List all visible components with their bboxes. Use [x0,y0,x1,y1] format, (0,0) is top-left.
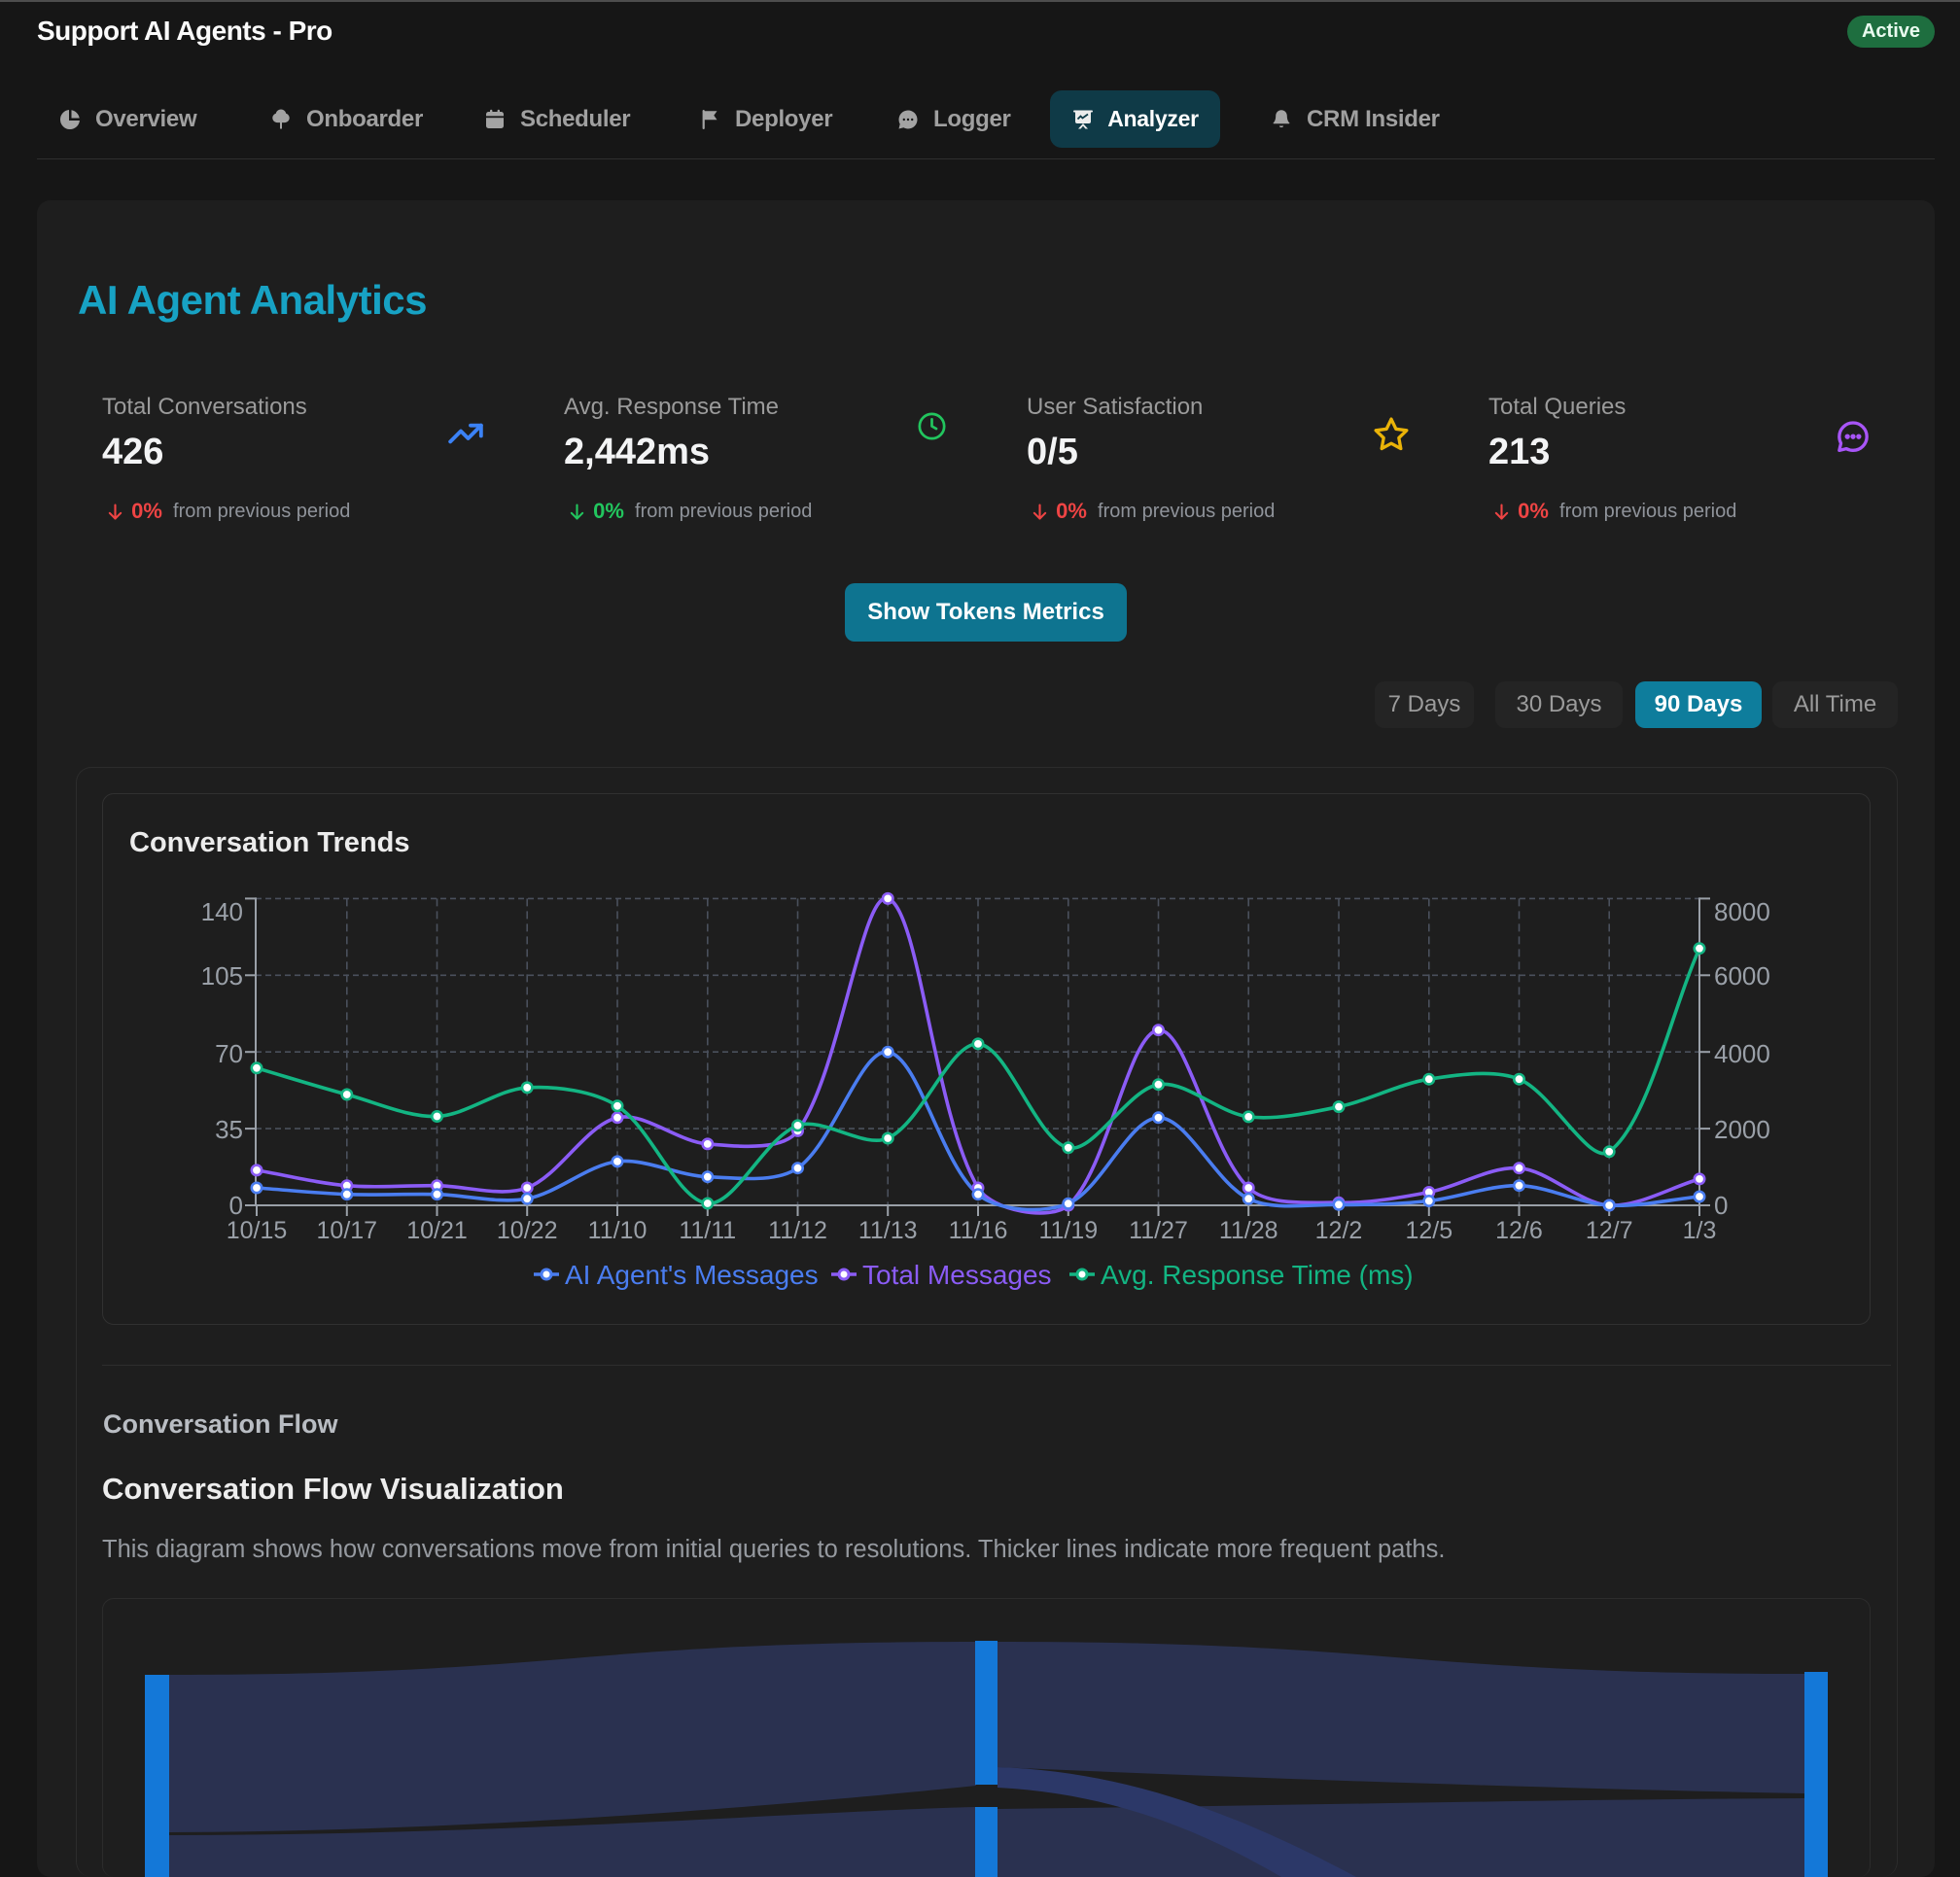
svg-text:Avg. Response Time (ms): Avg. Response Time (ms) [1101,1260,1414,1290]
svg-text:8000: 8000 [1714,897,1770,926]
svg-text:11/12: 11/12 [768,1217,827,1244]
svg-text:70: 70 [215,1039,243,1068]
svg-text:Total Messages: Total Messages [862,1260,1052,1290]
svg-text:11/13: 11/13 [858,1217,918,1244]
svg-text:1/3: 1/3 [1683,1217,1717,1244]
svg-text:4000: 4000 [1714,1039,1770,1068]
svg-text:105: 105 [201,961,243,991]
svg-text:11/27: 11/27 [1129,1217,1188,1244]
svg-text:35: 35 [215,1115,243,1144]
svg-text:11/11: 11/11 [679,1217,736,1244]
svg-text:6000: 6000 [1714,961,1770,991]
svg-text:0: 0 [1714,1191,1728,1220]
svg-text:11/19: 11/19 [1038,1217,1098,1244]
svg-text:12/6: 12/6 [1495,1217,1543,1244]
svg-text:2000: 2000 [1714,1115,1770,1144]
svg-text:11/16: 11/16 [949,1217,1008,1244]
svg-text:12/5: 12/5 [1405,1217,1452,1244]
svg-text:10/21: 10/21 [406,1217,468,1244]
svg-text:12/2: 12/2 [1315,1217,1363,1244]
svg-text:AI Agent's Messages: AI Agent's Messages [565,1260,819,1290]
svg-text:140: 140 [201,897,243,926]
svg-text:0: 0 [229,1191,243,1220]
svg-text:10/22: 10/22 [497,1217,558,1244]
svg-text:11/10: 11/10 [588,1217,648,1244]
svg-text:10/15: 10/15 [227,1217,288,1244]
svg-text:10/17: 10/17 [317,1217,378,1244]
svg-text:12/7: 12/7 [1586,1217,1633,1244]
svg-text:11/28: 11/28 [1219,1217,1278,1244]
